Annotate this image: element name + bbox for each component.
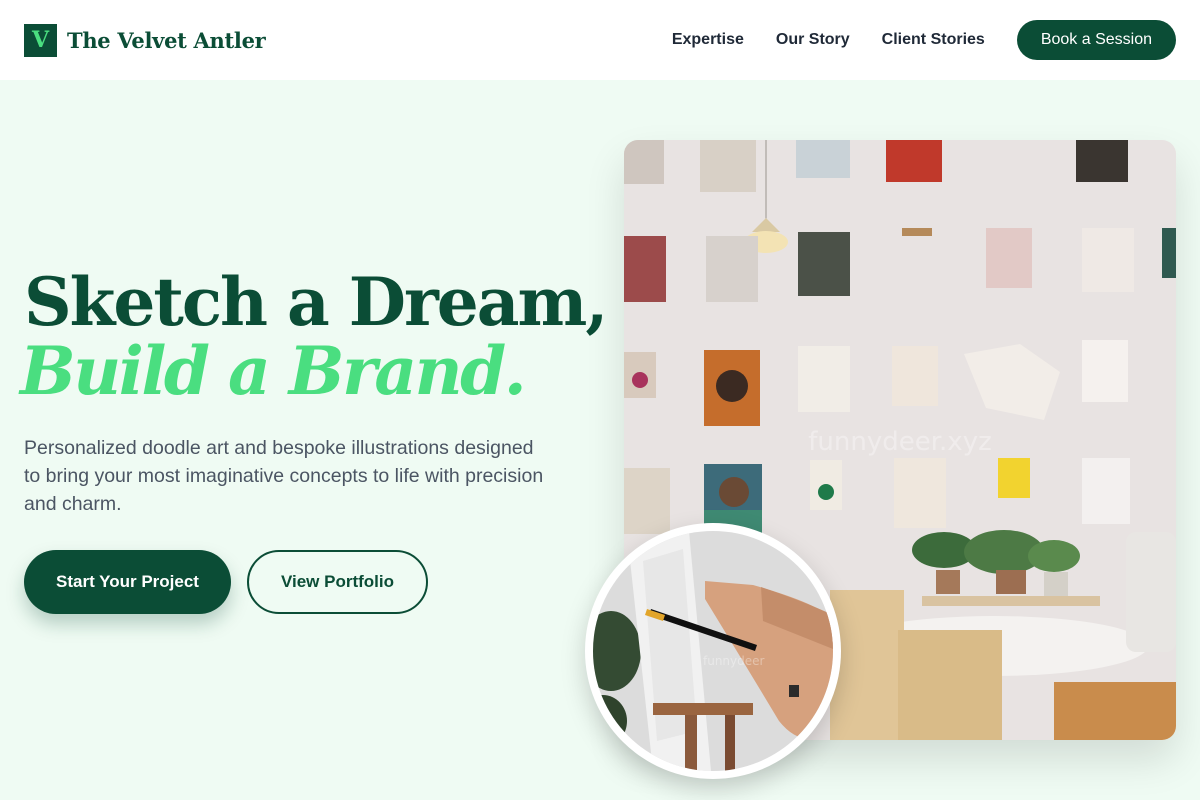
hero-actions: Start Your Project View Portfolio: [24, 550, 429, 614]
book-session-button[interactable]: Book a Session: [1016, 20, 1176, 60]
main-nav: Expertise Our Story Client Stories Book …: [672, 20, 1176, 60]
hero-title-line1: Sketch a Dream,: [24, 263, 608, 341]
svg-text:funnydeer.xyz: funnydeer.xyz: [808, 427, 991, 457]
painting-hand-image: funnydeer: [593, 531, 833, 771]
view-portfolio-button[interactable]: View Portfolio: [246, 550, 429, 614]
nav-link-client-stories[interactable]: Client Stories: [882, 31, 985, 49]
nav-link-expertise[interactable]: Expertise: [672, 31, 744, 49]
start-project-button[interactable]: Start Your Project: [24, 550, 231, 614]
hero-title: Sketch a Dream, Build a Brand.: [20, 263, 608, 407]
inset-image-frame: funnydeer: [585, 523, 841, 779]
svg-text:funnydeer: funnydeer: [703, 654, 765, 668]
logo-icon: V: [24, 23, 57, 57]
inset-image: funnydeer: [593, 531, 833, 771]
nav-link-our-story[interactable]: Our Story: [776, 31, 850, 49]
brand-name: The Velvet Antler: [67, 27, 266, 53]
hero-title-line2: Build a Brand.: [20, 332, 527, 411]
brand[interactable]: V The Velvet Antler: [24, 23, 266, 57]
hero-description: Personalized doodle art and bespoke illu…: [24, 437, 544, 515]
site-header: V The Velvet Antler Expertise Our Story …: [0, 0, 1200, 80]
